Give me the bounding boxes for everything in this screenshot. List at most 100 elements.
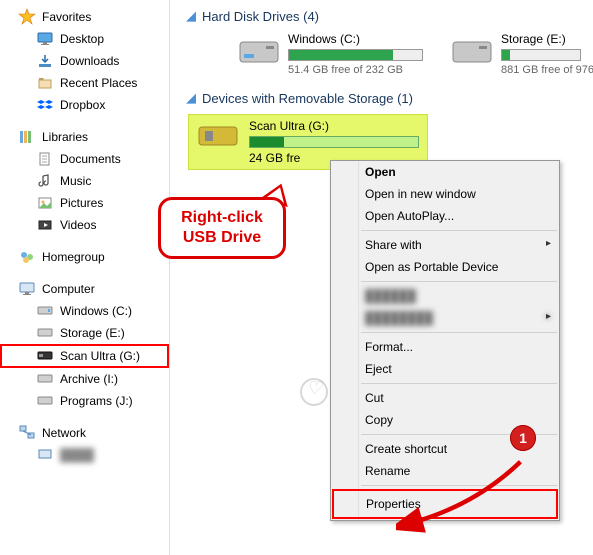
sidebar-item-downloads[interactable]: Downloads xyxy=(0,50,169,72)
menu-label: Open AutoPlay... xyxy=(365,209,454,223)
hdd-section-label: Hard Disk Drives (4) xyxy=(202,9,319,24)
drive-windows-c[interactable]: Windows (C:) 51.4 GB free of 232 GB xyxy=(236,32,431,76)
drive-icon xyxy=(36,370,54,388)
sidebar-item-label: Videos xyxy=(60,218,96,232)
drive-name: Scan Ultra (G:) xyxy=(249,119,419,133)
menu-separator xyxy=(361,383,557,384)
menu-blurred-item[interactable]: ████████ xyxy=(331,307,559,329)
sidebar-item-windows-c[interactable]: Windows (C:) xyxy=(0,300,169,322)
menu-cut[interactable]: Cut xyxy=(331,387,559,409)
menu-label: Cut xyxy=(365,391,384,405)
sidebar-item-label-blurred: ████ xyxy=(60,448,94,462)
sidebar-item-storage-e[interactable]: Storage (E:) xyxy=(0,322,169,344)
drive-free-text: 881 GB free of 976 G xyxy=(501,64,593,76)
network-group: Network ████ xyxy=(0,422,169,466)
menu-format[interactable]: Format... xyxy=(331,336,559,358)
favorites-group: Favorites Desktop Downloads Recent Place… xyxy=(0,6,169,116)
homegroup-header[interactable]: Homegroup xyxy=(0,246,169,268)
menu-separator xyxy=(361,332,557,333)
menu-separator xyxy=(361,485,557,486)
drive-info: Scan Ultra (G:) 24 GB fre xyxy=(249,119,419,165)
sidebar-item-network-computer[interactable]: ████ xyxy=(0,444,169,466)
chevron-icon xyxy=(6,12,16,22)
sidebar-item-archive-i[interactable]: Archive (I:) xyxy=(0,368,169,390)
hdd-drives-row: Windows (C:) 51.4 GB free of 232 GB Stor… xyxy=(236,32,585,76)
sidebar-item-label: Pictures xyxy=(60,196,103,210)
computer-header[interactable]: Computer xyxy=(0,278,169,300)
sidebar-item-label: Downloads xyxy=(60,54,119,68)
sidebar-item-recent-places[interactable]: Recent Places xyxy=(0,72,169,94)
menu-label: Format... xyxy=(365,340,413,354)
drive-icon xyxy=(36,324,54,342)
drive-usage-bar xyxy=(288,49,423,61)
menu-open-portable[interactable]: Open as Portable Device xyxy=(331,256,559,278)
sidebar-item-label: Archive (I:) xyxy=(60,372,118,386)
hdd-section-header[interactable]: ◢ Hard Disk Drives (4) xyxy=(186,8,585,24)
menu-label: Share with xyxy=(365,238,422,252)
drive-icon xyxy=(36,392,54,410)
sidebar-item-label: Windows (C:) xyxy=(60,304,132,318)
collapse-triangle-icon: ◢ xyxy=(186,90,196,106)
sidebar-item-scan-ultra-g[interactable]: Scan Ultra (G:) xyxy=(0,344,169,368)
documents-icon xyxy=(36,150,54,168)
sidebar-item-label: Recent Places xyxy=(60,76,137,90)
menu-separator xyxy=(361,281,557,282)
removable-section-header[interactable]: ◢ Devices with Removable Storage (1) xyxy=(186,90,585,106)
network-header[interactable]: Network xyxy=(0,422,169,444)
homegroup-icon xyxy=(18,248,36,266)
libraries-group: Libraries Documents Music Pictures Video… xyxy=(0,126,169,236)
sidebar-item-desktop[interactable]: Desktop xyxy=(0,28,169,50)
menu-label: Eject xyxy=(365,362,392,376)
chevron-icon xyxy=(6,428,16,438)
network-icon xyxy=(18,424,36,442)
sidebar-item-label: Storage (E:) xyxy=(60,326,125,340)
menu-properties[interactable]: Properties xyxy=(332,489,558,519)
downloads-icon xyxy=(36,52,54,70)
drive-info: Windows (C:) 51.4 GB free of 232 GB xyxy=(288,32,431,76)
menu-eject[interactable]: Eject xyxy=(331,358,559,380)
libraries-label: Libraries xyxy=(42,130,88,144)
sidebar-item-pictures[interactable]: Pictures xyxy=(0,192,169,214)
menu-share-with[interactable]: Share with xyxy=(331,234,559,256)
drive-storage-e[interactable]: Storage (E:) 881 GB free of 976 G xyxy=(449,32,579,76)
sidebar-item-label: Programs (J:) xyxy=(60,394,133,408)
context-menu: Open Open in new window Open AutoPlay...… xyxy=(330,160,560,521)
sidebar-item-label: Dropbox xyxy=(60,98,105,112)
menu-open-autoplay[interactable]: Open AutoPlay... xyxy=(331,205,559,227)
chevron-icon xyxy=(6,132,16,142)
menu-rename[interactable]: Rename xyxy=(331,460,559,482)
libraries-icon xyxy=(18,128,36,146)
drive-name: Windows (C:) xyxy=(288,32,431,46)
sidebar-item-dropbox[interactable]: Dropbox xyxy=(0,94,169,116)
chevron-icon xyxy=(6,284,16,294)
sidebar-item-programs-j[interactable]: Programs (J:) xyxy=(0,390,169,412)
sidebar-item-music[interactable]: Music xyxy=(0,170,169,192)
heart-logo-icon xyxy=(300,378,328,406)
computer-label: Computer xyxy=(42,282,95,296)
menu-label: Copy xyxy=(365,413,393,427)
chevron-icon xyxy=(6,252,16,262)
star-icon xyxy=(18,8,36,26)
collapse-triangle-icon: ◢ xyxy=(186,8,196,24)
videos-icon xyxy=(36,216,54,234)
callout-line2: USB Drive xyxy=(171,228,273,248)
removable-drive-icon xyxy=(36,347,54,365)
libraries-header[interactable]: Libraries xyxy=(0,126,169,148)
drive-free-text: 51.4 GB free of 232 GB xyxy=(288,64,431,76)
menu-open[interactable]: Open xyxy=(331,161,559,183)
music-icon xyxy=(36,172,54,190)
sidebar-item-documents[interactable]: Documents xyxy=(0,148,169,170)
sidebar-item-label: Desktop xyxy=(60,32,104,46)
favorites-header[interactable]: Favorites xyxy=(0,6,169,28)
dropbox-icon xyxy=(36,96,54,114)
homegroup-label: Homegroup xyxy=(42,250,105,264)
menu-blurred-item[interactable]: ██████ xyxy=(331,285,559,307)
menu-open-new-window[interactable]: Open in new window xyxy=(331,183,559,205)
step-marker-label: 1 xyxy=(519,430,527,446)
sidebar-item-label: Music xyxy=(60,174,91,188)
usb-drive-icon xyxy=(195,119,241,153)
computer-icon xyxy=(18,280,36,298)
menu-label: Open as Portable Device xyxy=(365,260,498,274)
sidebar-item-videos[interactable]: Videos xyxy=(0,214,169,236)
hdd-icon xyxy=(236,32,282,70)
